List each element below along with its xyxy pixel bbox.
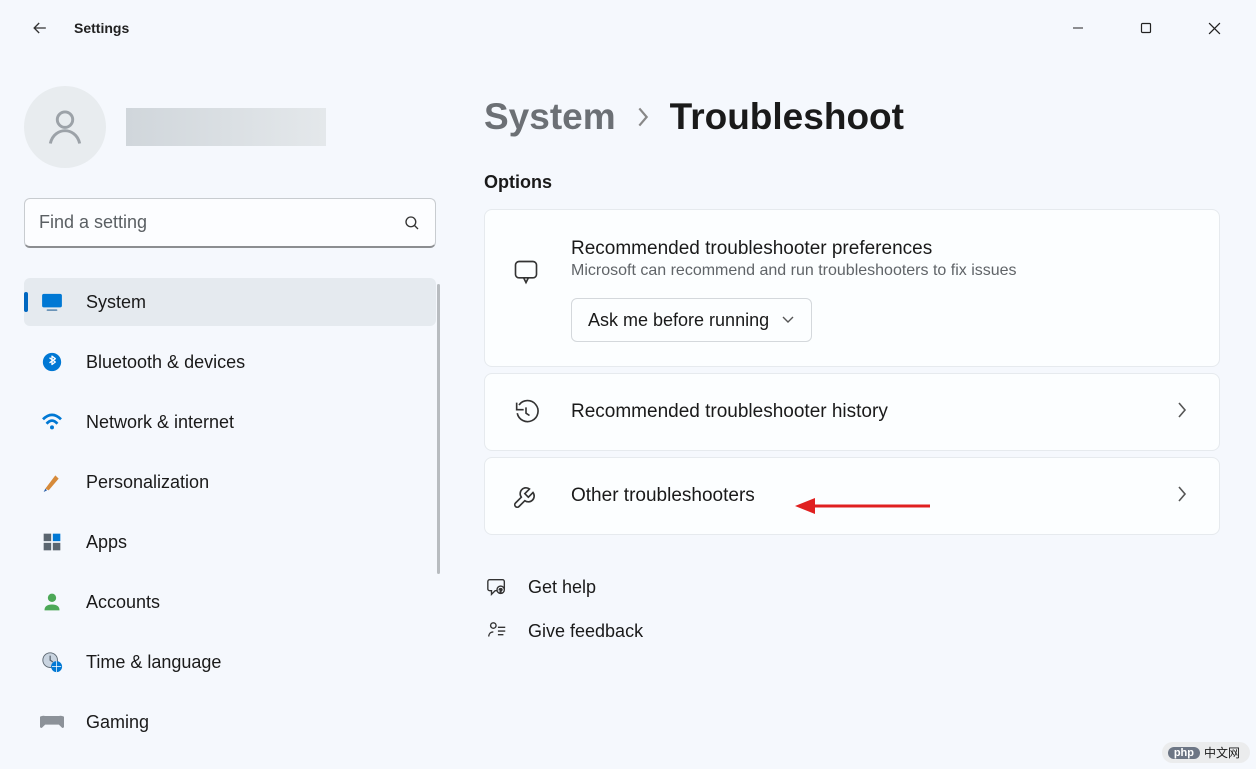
sidebar-item-bluetooth[interactable]: Bluetooth & devices [24,338,436,386]
sidebar-item-label: Gaming [86,712,149,733]
wifi-icon [40,410,64,434]
card-title: Recommended troubleshooter preferences [571,238,1193,260]
feedback-icon [484,620,510,642]
system-icon [40,290,64,314]
avatar [24,86,106,168]
title-bar: Settings [0,0,1256,56]
sidebar-item-label: Bluetooth & devices [86,352,245,373]
section-title: Options [484,172,1220,193]
person-icon [43,105,87,149]
apps-icon [40,530,64,554]
watermark: php 中文网 [1162,742,1250,763]
minimize-button[interactable] [1044,8,1112,48]
sidebar-item-label: Accounts [86,592,160,613]
watermark-brand: php [1168,747,1200,759]
search-icon [403,214,421,232]
wrench-icon [511,482,541,510]
chevron-right-icon [1177,485,1187,503]
give-feedback-link[interactable]: Give feedback [484,609,1220,653]
close-icon [1208,22,1221,35]
nav-list: System Bluetooth & devices Network & int… [24,278,436,746]
card-title: Other troubleshooters [571,485,1147,507]
search-input[interactable] [39,212,403,233]
sidebar-item-personalization[interactable]: Personalization [24,458,436,506]
sidebar: System Bluetooth & devices Network & int… [0,56,448,769]
breadcrumb: System Troubleshoot [484,96,1220,138]
get-help-link[interactable]: ? Get help [484,565,1220,609]
chevron-right-icon [1177,401,1187,419]
card-title: Recommended troubleshooter history [571,401,1147,423]
window-controls [1044,8,1248,48]
sidebar-item-label: Network & internet [86,412,234,433]
card-troubleshooter-history[interactable]: Recommended troubleshooter history [484,373,1220,451]
sidebar-item-gaming[interactable]: Gaming [24,698,436,746]
main-panel: System Troubleshoot Options Recommended … [448,56,1256,769]
link-label: Give feedback [528,621,643,642]
watermark-text: 中文网 [1204,744,1240,761]
sidebar-item-network[interactable]: Network & internet [24,398,436,446]
chevron-right-icon [636,106,650,128]
clock-globe-icon [40,650,64,674]
sidebar-item-accounts[interactable]: Accounts [24,578,436,626]
sidebar-item-label: Personalization [86,472,209,493]
card-other-troubleshooters[interactable]: Other troubleshooters [484,457,1220,535]
app-title: Settings [74,20,129,36]
breadcrumb-parent[interactable]: System [484,96,616,138]
help-icon: ? [484,576,510,598]
accounts-icon [40,590,64,614]
sidebar-item-label: System [86,292,146,313]
history-icon [511,398,541,426]
minimize-icon [1072,22,1084,34]
dropdown-value: Ask me before running [588,310,769,331]
sidebar-item-apps[interactable]: Apps [24,518,436,566]
maximize-icon [1140,22,1152,34]
chat-icon [511,258,541,286]
content-area: System Bluetooth & devices Network & int… [0,56,1256,769]
profile-name-placeholder [126,108,326,146]
profile-block[interactable] [24,86,436,168]
back-button[interactable] [20,8,60,48]
sidebar-item-system[interactable]: System [24,278,436,326]
sidebar-item-label: Apps [86,532,127,553]
breadcrumb-current: Troubleshoot [670,96,904,138]
scrollbar[interactable] [437,284,440,574]
sidebar-item-label: Time & language [86,652,221,673]
preferences-dropdown[interactable]: Ask me before running [571,298,812,342]
chevron-down-icon [781,315,795,325]
brush-icon [40,470,64,494]
sidebar-item-time-language[interactable]: Time & language [24,638,436,686]
card-subtitle: Microsoft can recommend and run troubles… [571,262,1193,280]
search-box[interactable] [24,198,436,248]
footer-links: ? Get help Give feedback [484,565,1220,653]
gamepad-icon [40,710,64,734]
link-label: Get help [528,577,596,598]
bluetooth-icon [40,350,64,374]
maximize-button[interactable] [1112,8,1180,48]
close-button[interactable] [1180,8,1248,48]
arrow-left-icon [30,18,50,38]
card-troubleshooter-preferences: Recommended troubleshooter preferences M… [484,209,1220,367]
